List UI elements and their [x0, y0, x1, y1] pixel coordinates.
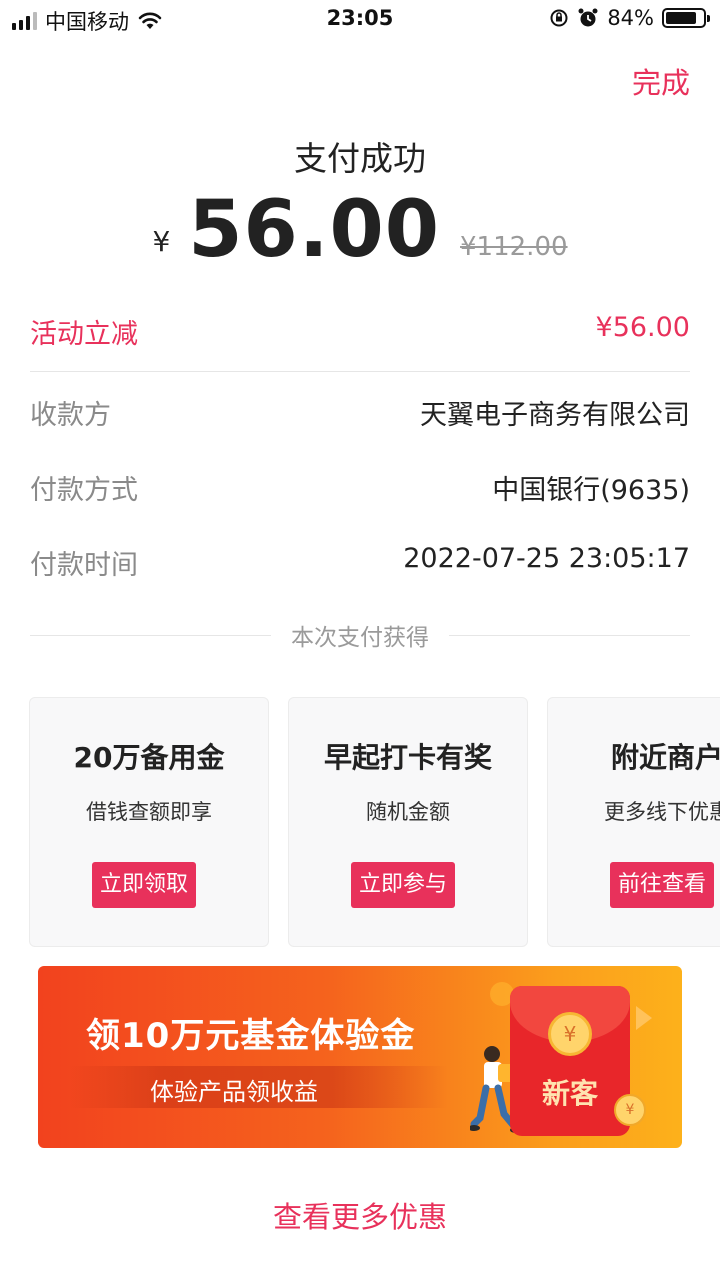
divider: [30, 371, 690, 372]
detail-row-payee: 收款方 天翼电子商务有限公司: [30, 393, 690, 432]
reward-card-checkin[interactable]: 早起打卡有奖 随机金额 立即参与: [288, 697, 528, 947]
new-customer-badge: 新客: [541, 1077, 598, 1110]
battery-fill: [666, 12, 697, 24]
claim-button[interactable]: 立即领取: [92, 862, 197, 908]
divider: [449, 634, 690, 636]
coin-icon: ¥: [614, 1094, 646, 1126]
reward-card-nearby[interactable]: 附近商户 更多线下优惠 前往查看: [547, 697, 720, 947]
card-title: 附近商户: [610, 741, 720, 774]
original-amount: ¥112.00: [460, 232, 568, 262]
detail-label: 付款方式: [30, 475, 138, 506]
detail-value: 天翼电子商务有限公司: [420, 400, 690, 431]
reward-card-loan[interactable]: 20万备用金 借钱查额即享 立即领取: [29, 697, 269, 947]
coin-icon: ¥: [548, 1012, 592, 1056]
status-bar: 中国移动 23:05 84%: [0, 0, 720, 40]
detail-value: 2022-07-25 23:05:17: [403, 543, 690, 574]
banner-subtitle: 体验产品领收益: [150, 1078, 318, 1106]
detail-value: 中国银行(9635): [492, 475, 690, 506]
divider: [30, 634, 271, 636]
arrow-icon: [636, 1006, 652, 1030]
banner-title: 领10万元基金体验金: [86, 1016, 416, 1056]
status-right: 84%: [549, 6, 710, 30]
rewards-section-title: 本次支付获得: [291, 625, 429, 651]
join-button[interactable]: 立即参与: [351, 862, 456, 908]
card-subtitle: 借钱查额即享: [86, 800, 212, 824]
alarm-icon: [578, 8, 598, 27]
detail-row-method: 付款方式 中国银行(9635): [30, 468, 690, 507]
page-title: 支付成功: [294, 139, 426, 178]
amount-row: ¥ 56.00 ¥112.00: [0, 188, 720, 272]
detail-label: 活动立减: [30, 319, 138, 350]
fund-promo-banner[interactable]: 领10万元基金体验金 体验产品领收益 ¥ 新客 ¥: [38, 966, 682, 1148]
currency-symbol: ¥: [152, 225, 171, 258]
battery-icon: [662, 8, 710, 28]
card-title: 早起打卡有奖: [323, 741, 492, 774]
detail-row-discount: 活动立减 ¥56.00: [30, 312, 690, 351]
reward-cards: 20万备用金 借钱查额即享 立即领取 早起打卡有奖 随机金额 立即参与 附近商户…: [29, 697, 720, 947]
view-button[interactable]: 前往查看: [610, 862, 715, 908]
detail-label: 收款方: [30, 400, 111, 431]
lock-rotation-icon: [550, 9, 568, 27]
card-subtitle: 更多线下优惠: [604, 800, 720, 824]
detail-value: ¥56.00: [595, 312, 690, 343]
detail-row-time: 付款时间 2022-07-25 23:05:17: [30, 543, 690, 582]
rewards-section-header: 本次支付获得: [30, 620, 690, 651]
red-envelope-icon: ¥ 新客: [510, 986, 630, 1136]
done-button[interactable]: 完成: [632, 60, 690, 102]
card-title: 20万备用金: [73, 741, 225, 774]
battery-percent: 84%: [607, 6, 654, 30]
view-more-offers-link[interactable]: 查看更多优惠: [0, 1194, 720, 1236]
detail-label: 付款时间: [30, 550, 138, 581]
card-subtitle: 随机金额: [366, 800, 450, 824]
paid-amount: 56.00: [188, 185, 441, 275]
